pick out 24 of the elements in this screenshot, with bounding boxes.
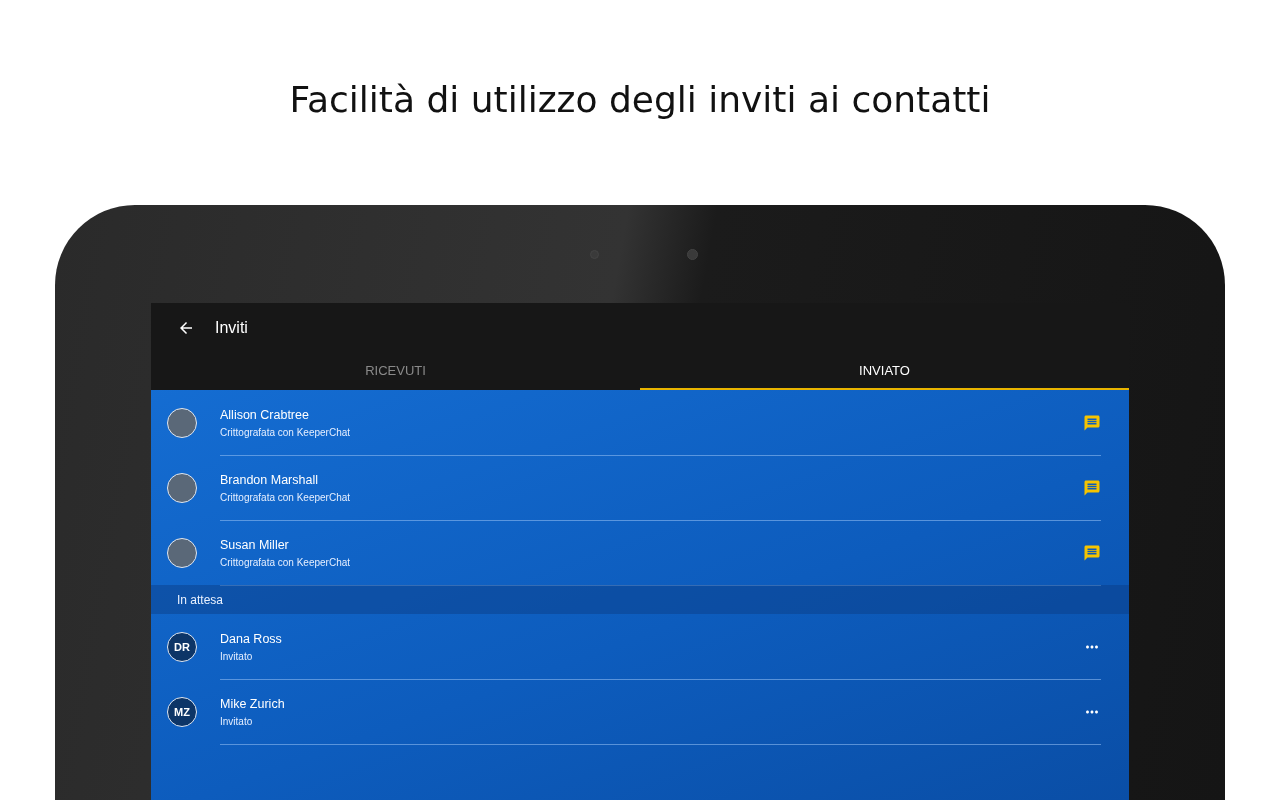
chat-icon[interactable] [1083, 543, 1101, 562]
chat-icon[interactable] [1083, 478, 1101, 497]
contact-status: Crittografata con KeeperChat [220, 491, 352, 503]
contact-status: Invitato [220, 715, 254, 727]
initials-avatar: MZ [167, 696, 197, 727]
contact-status: Invitato [220, 650, 254, 662]
tab[interactable]: INVIATO [640, 353, 1129, 390]
contact-name: Brandon Marshall [220, 472, 319, 487]
contact-name: Susan Miller [220, 537, 290, 552]
contact-name: Allison Crabtree [220, 407, 310, 422]
contact-name: Dana Ross [220, 631, 283, 646]
headline: Facilità di utilizzo degli inviti ai contatti [289, 79, 991, 120]
app-title: Inviti [215, 319, 248, 337]
contact-status: Crittografata con KeeperChat [220, 426, 352, 438]
contact-status: Crittografata con KeeperChat [220, 556, 352, 568]
avatar-photo-placeholder [167, 407, 197, 438]
camera-icon [687, 248, 698, 260]
contact-name: Mike Zurich [220, 696, 286, 711]
tab[interactable]: RICEVUTI [151, 353, 640, 390]
section-header: In attesa [151, 585, 1129, 614]
chat-icon[interactable] [1083, 413, 1101, 432]
avatar-photo-placeholder [167, 537, 197, 568]
avatar-photo-placeholder [167, 472, 197, 503]
initials-avatar: DR [167, 631, 197, 662]
